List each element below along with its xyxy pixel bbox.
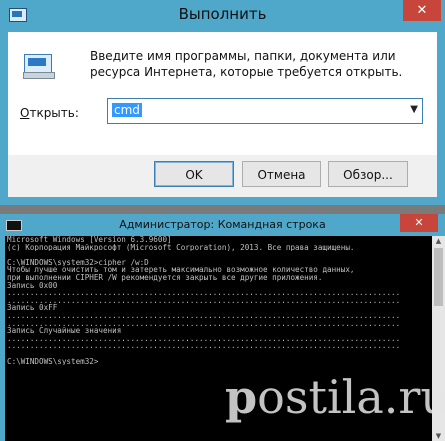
run-title: Выполнить <box>178 5 267 23</box>
console-line: Запись 0x00 <box>7 281 58 290</box>
console-line: Чтобы лучше очистить том и затереть макс… <box>7 266 355 274</box>
console-line: C:\WINDOWS\system32> <box>7 357 99 366</box>
console-line: ........................................… <box>7 296 401 305</box>
console-line: ........................................… <box>7 334 401 343</box>
console-line: Запись 0xFF <box>7 304 58 312</box>
run-body: Введите имя программы, папки, документа … <box>8 32 437 155</box>
console-line: ........................................… <box>7 319 401 328</box>
scroll-thumb[interactable] <box>434 248 443 306</box>
run-dialog: Выполнить ✕ Введите имя программы, папки… <box>0 0 445 205</box>
console-line: (c) Корпорация Майкрософт (Microsoft Cor… <box>7 243 355 252</box>
watermark-logo: postila.ru <box>225 370 445 424</box>
console-line: Microsoft Windows [Version 6.3.9600] <box>7 236 172 244</box>
run-footer: OK Отмена Обзор... <box>8 155 437 197</box>
open-combo-input[interactable]: cmd ▼ <box>107 98 423 124</box>
open-label: Открыть: <box>20 106 79 120</box>
run-program-icon <box>23 54 55 79</box>
ok-button[interactable]: OK <box>154 161 234 187</box>
browse-button[interactable]: Обзор... <box>328 161 408 187</box>
close-icon[interactable]: ✕ <box>403 0 441 21</box>
scroll-down-icon[interactable]: ▼ <box>432 431 445 441</box>
console-line: ........................................… <box>7 289 401 297</box>
chevron-down-icon[interactable]: ▼ <box>410 104 418 115</box>
close-icon[interactable]: ✕ <box>400 214 438 232</box>
run-description: Введите имя программы, папки, документа … <box>90 49 403 79</box>
console-line: ........................................… <box>7 311 401 320</box>
console-line: при выполнении CIPHER /W рекомендуется з… <box>7 273 323 282</box>
console-line: C:\WINDOWS\system32>cipher /w:D <box>7 258 149 267</box>
run-title-bar[interactable]: Выполнить ✕ <box>0 0 445 32</box>
console-line: ........................................… <box>7 342 401 350</box>
command-value[interactable]: cmd <box>112 103 142 117</box>
scroll-up-icon[interactable]: ▲ <box>432 236 445 246</box>
console-title: Администратор: Командная строка <box>119 218 326 231</box>
console-line: Запись Случайные значения <box>7 327 122 335</box>
cancel-button[interactable]: Отмена <box>242 161 321 187</box>
